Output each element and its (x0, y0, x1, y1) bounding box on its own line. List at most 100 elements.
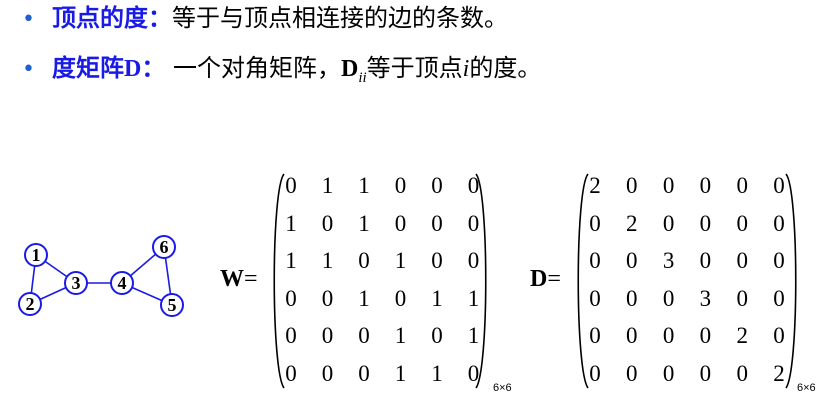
bullet-marker: • (22, 57, 35, 82)
matrix-w-cell: 0 (285, 285, 297, 311)
matrix-w-label: W= (220, 266, 258, 293)
matrix-w-cell: 1 (358, 285, 370, 311)
matrix-d-cell: 0 (662, 323, 675, 348)
matrix-w-cell: 1 (394, 323, 407, 348)
degree-matrix-text-c: 的度。 (469, 54, 542, 82)
matrix-w-cell: 1 (321, 173, 334, 198)
matrix-d-cell: 0 (773, 210, 785, 236)
matrix-w-cell: 0 (321, 285, 334, 311)
matrix-w-cell: 0 (431, 210, 443, 236)
matrix-w-cell: 0 (358, 323, 370, 348)
degree-term: 顶点的度： (52, 4, 172, 32)
matrix-d-cell: 0 (589, 360, 601, 386)
matrix-w-cell: 0 (285, 173, 297, 198)
matrix-d-cell: 2 (626, 210, 638, 236)
matrix-w-cell: 1 (321, 248, 334, 273)
matrix-d-cell: 0 (773, 285, 785, 311)
matrix-d-cell: 0 (699, 210, 712, 236)
degree-matrix-colon: ： (141, 54, 166, 82)
graph-node-4: 4 (110, 271, 134, 295)
matrix-d-cell: 0 (626, 323, 638, 348)
bullet-degree: • 顶点的度：等于与顶点相连接的边的条数。 (22, 2, 508, 36)
graph-node-label: 5 (168, 295, 177, 315)
matrix-d-cell: 0 (699, 248, 712, 273)
matrix-d-cell: 0 (662, 285, 675, 311)
degree-matrix-text-b: 等于顶点 (366, 54, 463, 82)
graph-nodes: 1 2 3 4 5 6 (18, 235, 184, 317)
matrix-d-cell: 0 (626, 285, 638, 311)
matrix-w-cell: 0 (358, 248, 370, 273)
matrix-d-cell: 0 (699, 360, 712, 386)
matrix-w-cell: 1 (467, 285, 480, 311)
graph-node-label: 4 (118, 273, 127, 293)
graph-node-2: 2 (18, 292, 42, 316)
matrix-d-cell: 0 (736, 248, 748, 273)
matrix-w-cell: 0 (285, 323, 297, 348)
matrix-w-cell: 0 (285, 360, 297, 386)
matrix-w-cell: 0 (467, 248, 480, 273)
dii-symbol: D (340, 56, 359, 82)
degree-matrix-term: 度矩阵 (52, 54, 124, 82)
matrix-w-cell: 1 (285, 248, 297, 273)
matrix-d-cell: 0 (736, 173, 748, 198)
matrix-d-cell: 0 (589, 210, 601, 236)
matrix-d-cell: 0 (699, 323, 712, 348)
matrix-w-cell: 1 (358, 173, 370, 198)
matrix-d-label: D= (530, 266, 561, 293)
matrix-w-equals: = (244, 266, 258, 292)
matrix-d-cell: 0 (589, 285, 601, 311)
matrix-d-size: 6×6 (797, 382, 816, 394)
matrix-w-cell: 1 (431, 360, 443, 386)
matrix-d-cell: 0 (589, 323, 601, 348)
matrix-w-cell: 0 (321, 323, 334, 348)
matrix-d-cell: 0 (626, 248, 638, 273)
matrix-w-cell: 0 (394, 173, 407, 198)
matrix-w-cell: 0 (467, 173, 480, 198)
matrix-w-name: W (220, 266, 244, 292)
matrix-w-cell: 0 (358, 360, 370, 386)
matrix-w-size: 6×6 (493, 382, 512, 394)
bullet-degree-matrix: • 度矩阵D： 一个对角矩阵，Dii等于顶点i的度。 (22, 52, 541, 94)
graph-node-label: 6 (160, 237, 169, 257)
matrix-d-cell: 2 (736, 323, 748, 348)
matrix-d-cell: 0 (736, 210, 748, 236)
matrix-w-cell: 0 (467, 210, 480, 236)
matrix-d-cell: 2 (589, 173, 601, 198)
matrix-w-cell: 1 (285, 210, 297, 236)
matrix-d-cell: 0 (773, 323, 785, 348)
matrix-w-cell: 0 (431, 173, 443, 198)
degree-definition: 等于与顶点相连接的边的条数。 (172, 4, 508, 32)
matrix-d-cell: 0 (589, 248, 601, 273)
graph-node-3: 3 (64, 271, 88, 295)
matrix-w-cell: 0 (467, 360, 480, 386)
degree-matrix-symbol: D (124, 56, 142, 82)
matrix-w-cell: 0 (321, 210, 334, 236)
matrix-w-cell: 1 (394, 248, 407, 273)
matrix-w-cell: 1 (358, 210, 370, 236)
matrix-d-cell: 0 (662, 173, 675, 198)
matrix-w-cell: 1 (394, 360, 407, 386)
graph-node-5: 5 (160, 293, 184, 317)
matrix-d-cell: 0 (626, 173, 638, 198)
degree-matrix-text-a: 一个对角矩阵， (172, 54, 341, 82)
graph-edges (29, 246, 173, 306)
matrix-d-cell: 0 (626, 360, 638, 386)
matrix-d-cell: 0 (736, 360, 748, 386)
matrix-d-cell: 0 (773, 248, 785, 273)
matrix-w-cell: 0 (321, 360, 334, 386)
matrix-d-equals: = (547, 266, 561, 292)
matrix-d-cell: 0 (736, 285, 748, 311)
matrix-w-cell: 0 (431, 248, 443, 273)
matrix-w-cell: 1 (467, 323, 480, 348)
graph-node-1: 1 (24, 243, 48, 267)
bullet-marker: • (22, 7, 35, 32)
matrix-d-cell: 3 (662, 248, 675, 273)
graph-node-label: 2 (26, 294, 35, 314)
matrix-d-cell: 0 (773, 173, 785, 198)
matrix-d-cell: 0 (662, 210, 675, 236)
matrix-w-cell: 0 (394, 285, 407, 311)
matrix-d-cell: 3 (699, 285, 712, 311)
graph-node-label: 1 (32, 245, 41, 265)
matrix-w-cell: 0 (431, 323, 443, 348)
matrix-d-name: D (530, 266, 548, 292)
